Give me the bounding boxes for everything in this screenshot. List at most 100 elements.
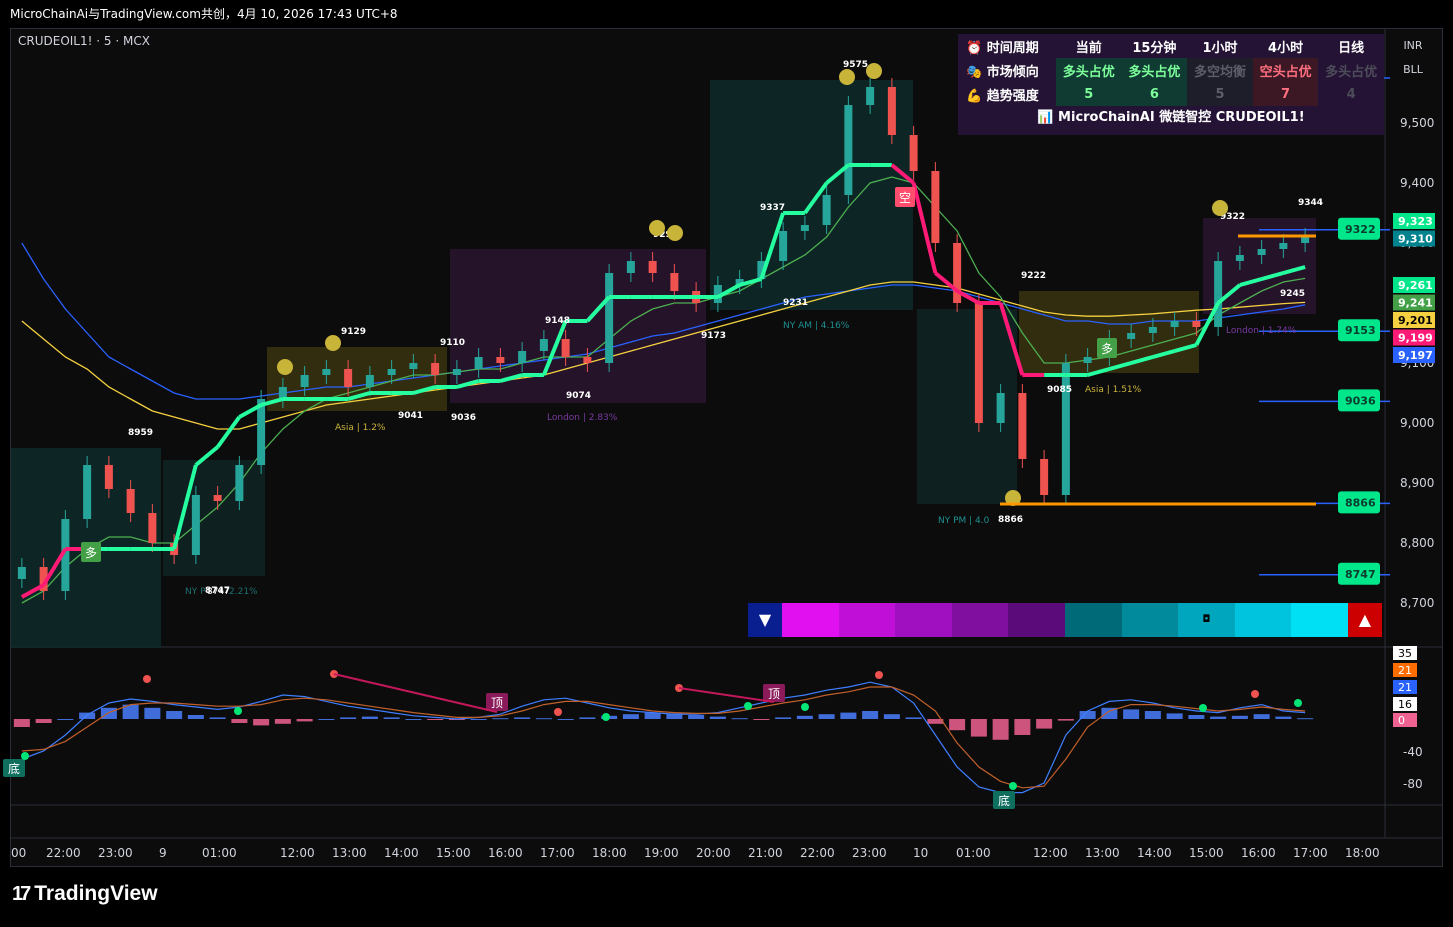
trend-row-label: 🎭 市场倾向 bbox=[966, 64, 1039, 80]
candle-body bbox=[474, 357, 483, 369]
current-position-marker-icon: ◘ bbox=[1178, 603, 1235, 637]
session-label: Asia | 1.51% bbox=[1085, 385, 1142, 395]
pivot-dot-icon bbox=[667, 225, 683, 241]
time-axis-tick: 21:00 bbox=[748, 846, 783, 860]
histogram-bar bbox=[796, 715, 813, 719]
histogram-bar bbox=[405, 719, 422, 720]
swing-label: 9173 bbox=[701, 331, 726, 341]
session-label: London | 1.74% bbox=[1226, 326, 1297, 336]
trend-cell: 多头占优 bbox=[1325, 64, 1378, 80]
time-axis-tick: 10 bbox=[913, 846, 928, 860]
price-axis-tick: 8,700 bbox=[1400, 596, 1434, 610]
cross-dot-icon bbox=[1199, 704, 1207, 712]
session-label: NY AM | 4.16% bbox=[783, 321, 850, 331]
time-axis-tick: 15:00 bbox=[436, 846, 471, 860]
cross-dot-icon bbox=[234, 707, 242, 715]
candle-body bbox=[1192, 321, 1201, 327]
table-footer: 📊 MicroChainAI 微链智控 CRUDEOIL1! bbox=[1037, 110, 1305, 125]
trend-cell: 多空均衡 bbox=[1187, 58, 1253, 82]
swing-label: 9245 bbox=[1280, 289, 1305, 299]
candle-body bbox=[126, 489, 135, 513]
histogram-bar bbox=[166, 711, 183, 719]
cross-dot-icon bbox=[875, 671, 883, 679]
cross-dot-icon bbox=[1294, 699, 1302, 707]
histogram-bar bbox=[579, 717, 596, 719]
momentum-gradient-bar: ▼ ◘ ▲ bbox=[748, 603, 1382, 637]
indicator-tag-label: 21 bbox=[1398, 664, 1412, 677]
cross-dot-icon bbox=[801, 703, 809, 711]
histogram-bar bbox=[1253, 714, 1270, 719]
histogram-bar bbox=[949, 719, 966, 731]
histogram-bar bbox=[383, 717, 400, 719]
tradingview-logo[interactable]: 17 TradingView bbox=[12, 882, 158, 906]
indicator-tag-label: 21 bbox=[1398, 681, 1412, 694]
swing-label: 9036 bbox=[451, 413, 476, 423]
histogram-bar bbox=[253, 719, 270, 726]
histogram-bar bbox=[209, 717, 226, 719]
candle-body bbox=[887, 87, 896, 135]
candle-body bbox=[1061, 363, 1070, 495]
cross-dot-icon bbox=[602, 713, 610, 721]
histogram-bar bbox=[775, 717, 792, 719]
divergence-marker-label: 底 bbox=[998, 793, 1010, 808]
histogram-bar bbox=[187, 715, 204, 719]
time-axis-tick: 23:00 bbox=[98, 846, 133, 860]
candle-body bbox=[779, 231, 788, 261]
trend-cell: 多头占优 bbox=[1121, 58, 1188, 82]
candle-body bbox=[561, 339, 570, 357]
candle-body bbox=[344, 369, 353, 387]
candle-body bbox=[322, 369, 331, 375]
signal-label: 多 bbox=[1101, 342, 1113, 356]
pivot-dot-icon bbox=[866, 63, 882, 79]
time-axis-tick: 14:00 bbox=[1137, 846, 1172, 860]
candle-body bbox=[866, 87, 875, 105]
cross-dot-icon bbox=[1251, 690, 1259, 698]
chart-icon: 📊 bbox=[1037, 110, 1054, 125]
trend-cell: 多头占优 bbox=[1056, 58, 1122, 82]
indicator-tag-box bbox=[1393, 713, 1417, 727]
cross-dot-icon bbox=[744, 702, 752, 710]
histogram-bar bbox=[818, 714, 835, 719]
price-tag-label: 9,261 bbox=[1398, 279, 1433, 292]
alarm-clock-icon: ⏰ bbox=[966, 40, 983, 56]
price-axis-tick: 9,000 bbox=[1400, 416, 1434, 430]
histogram-bar bbox=[1014, 719, 1031, 735]
candle-body bbox=[844, 105, 853, 195]
candle-body bbox=[1214, 261, 1223, 327]
table-header-timeframe: ⏰ 时间周期 bbox=[966, 40, 1039, 56]
histogram-bar bbox=[79, 712, 96, 719]
histogram-bar bbox=[13, 719, 30, 727]
time-axis-tick: 12:00 bbox=[280, 846, 315, 860]
candle-body bbox=[300, 375, 309, 387]
time-axis-tick: 01:00 bbox=[956, 846, 991, 860]
histogram-bar bbox=[709, 716, 726, 719]
histogram-bar bbox=[840, 712, 857, 719]
chart-canvas[interactable]: 8,7008,8008,9009,0009,1009,2009,3009,400… bbox=[0, 0, 1453, 927]
down-arrow-icon: ▼ bbox=[748, 603, 782, 637]
indicator-axis-tick: -40 bbox=[1403, 745, 1423, 759]
time-axis-tick: 00 bbox=[11, 846, 26, 860]
currency-box: INR BLL bbox=[1393, 34, 1433, 84]
indicator-tag-label: 35 bbox=[1398, 647, 1412, 660]
candle-body bbox=[974, 303, 983, 423]
table-header-4h: 4小时 bbox=[1268, 40, 1304, 56]
candle-body bbox=[104, 465, 113, 489]
histogram-bar bbox=[1297, 718, 1314, 720]
level-tag-label: 9322 bbox=[1345, 223, 1376, 236]
level-tag-label: 8747 bbox=[1345, 568, 1376, 581]
candle-body bbox=[800, 225, 809, 231]
histogram-bar bbox=[100, 707, 117, 719]
candle-body bbox=[387, 369, 396, 375]
histogram-bar bbox=[992, 719, 1009, 740]
candle-body bbox=[1040, 459, 1049, 495]
indicator-axis-tick: -80 bbox=[1403, 777, 1423, 791]
histogram-bar bbox=[1036, 719, 1053, 729]
strength-row-label: 💪 趋势强度 bbox=[966, 88, 1039, 104]
histogram-bar bbox=[57, 719, 74, 720]
histogram-bar bbox=[557, 719, 574, 720]
swing-label: 9231 bbox=[783, 298, 808, 308]
histogram-bar bbox=[862, 711, 879, 719]
swing-label: 9148 bbox=[545, 316, 570, 326]
strength-cell: 7 bbox=[1252, 82, 1319, 106]
divergence-line bbox=[678, 687, 775, 703]
